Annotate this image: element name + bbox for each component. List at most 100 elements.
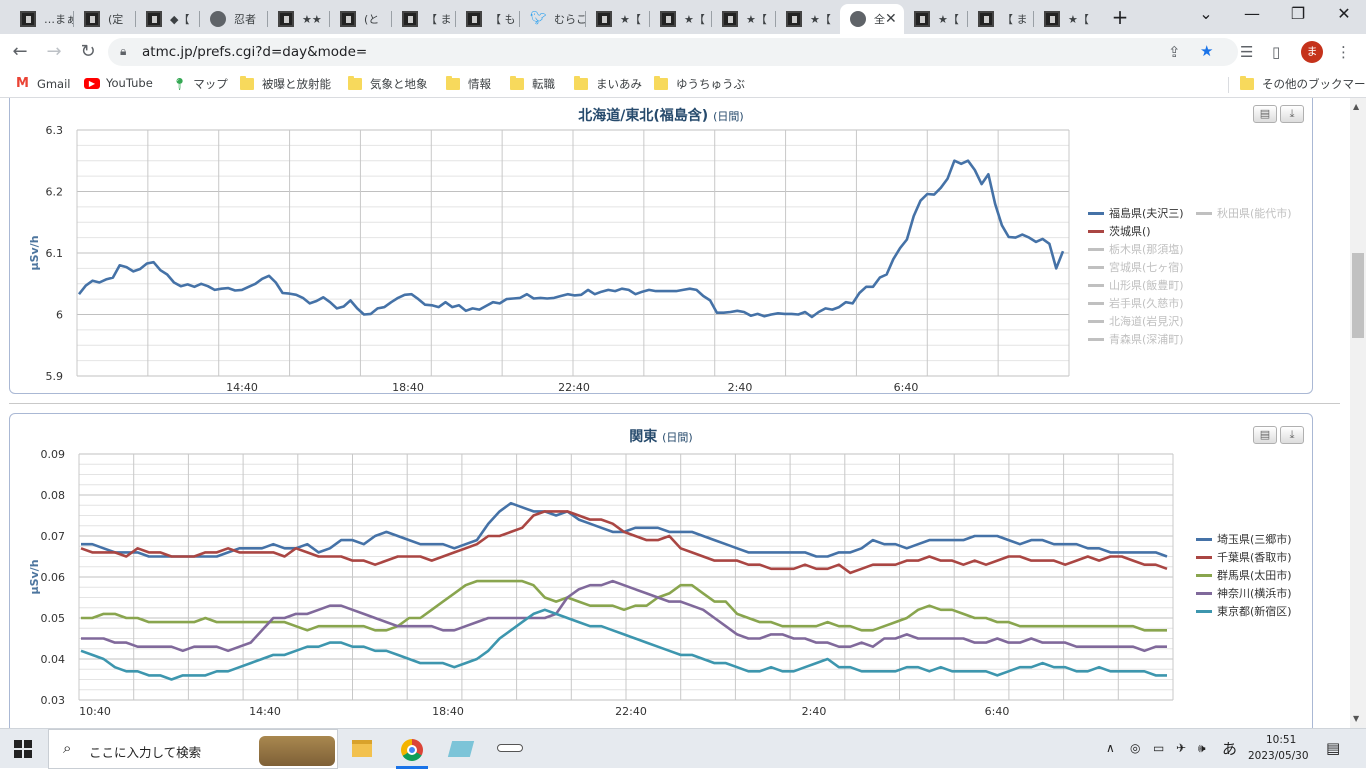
clock-time[interactable]: 10:51	[1266, 734, 1296, 746]
close-window-icon[interactable]: ✕	[1324, 4, 1364, 23]
site-icon	[786, 11, 802, 27]
tab[interactable]: ★【	[776, 4, 840, 34]
tab[interactable]: 【 ま	[392, 4, 456, 34]
bookmark-star-icon[interactable]: ★	[1200, 42, 1213, 60]
legend-item[interactable]: 岩手県(久慈市)	[1088, 294, 1184, 312]
bookmark-label: マップ	[193, 77, 228, 91]
site-icon	[1044, 11, 1060, 27]
restore-icon[interactable]: ❐	[1278, 4, 1318, 23]
tab[interactable]: 【 も	[456, 4, 520, 34]
scroll-up-icon[interactable]: ▲	[1353, 102, 1359, 111]
scroll-thumb[interactable]	[1352, 253, 1364, 338]
notifications-icon[interactable]: ▤	[1326, 739, 1340, 757]
other-bookmarks[interactable]: その他のブックマーク	[1240, 76, 1366, 92]
file-explorer-icon[interactable]	[352, 740, 372, 757]
tab-label: 全	[874, 13, 885, 26]
tab[interactable]: (と	[330, 4, 392, 34]
legend-swatch	[1088, 229, 1104, 233]
tab-search-icon[interactable]: ⌄	[1186, 4, 1226, 23]
tab-separator	[585, 11, 586, 27]
app-icon[interactable]	[497, 744, 523, 752]
x-tick-label: 6:40	[894, 381, 919, 393]
tab-label: 【 ま	[1002, 13, 1028, 26]
chrome-icon[interactable]	[401, 739, 423, 761]
tab[interactable]: ★【	[1034, 4, 1096, 34]
tab[interactable]: ★【	[586, 4, 650, 34]
tab[interactable]: ★【	[904, 4, 968, 34]
forward-icon[interactable]: →	[42, 40, 66, 64]
bookmark-item[interactable]: 情報	[446, 76, 491, 92]
minimize-icon[interactable]: —	[1232, 4, 1272, 23]
bookmark-item[interactable]: ▶ YouTube	[84, 76, 153, 90]
legend-item[interactable]: 茨城県()	[1088, 222, 1184, 240]
legend-label: 岩手県(久慈市)	[1109, 297, 1184, 310]
bookmark-item[interactable]: 気象と地象	[348, 76, 428, 92]
share-icon[interactable]: ⇪	[1168, 43, 1181, 61]
legend-item[interactable]: 神奈川(横浜市)	[1196, 584, 1292, 602]
legend-swatch	[1088, 301, 1104, 305]
bookmark-item[interactable]: M Gmail	[16, 76, 71, 91]
tray-chevron-icon[interactable]: ∧	[1106, 741, 1115, 755]
tab-separator	[73, 11, 74, 27]
profile-avatar[interactable]: ま	[1301, 41, 1323, 63]
tab[interactable]: 🐦︎ むらこ	[520, 4, 586, 34]
legend-item[interactable]: 秋田県(能代市)	[1196, 204, 1292, 222]
site-icon	[466, 11, 482, 27]
legend-item[interactable]: 千葉県(香取市)	[1196, 548, 1292, 566]
bookmark-item[interactable]: 被曝と放射能	[240, 76, 331, 92]
search-placeholder: ここに入力して検索	[89, 745, 202, 760]
tab-separator	[1033, 11, 1034, 27]
taskbar-search[interactable]: ⌕ ここに入力して検索	[48, 729, 338, 769]
legend-item[interactable]: 東京都(新宿区)	[1196, 602, 1292, 620]
back-icon[interactable]: ←	[8, 40, 32, 64]
tab[interactable]: ★★	[268, 4, 330, 34]
bookmark-item[interactable]: 転職	[510, 76, 555, 92]
tab-close-icon[interactable]: ✕	[885, 11, 897, 27]
ime-indicator[interactable]: あ	[1222, 738, 1237, 759]
tray-app-icon[interactable]: ◎	[1130, 741, 1140, 755]
tab[interactable]: …まぁ	[10, 4, 74, 34]
legend-item[interactable]: 群馬県(太田市)	[1196, 566, 1292, 584]
bookmark-item[interactable]: 📍︎ マップ	[172, 76, 228, 92]
legend-item[interactable]: 福島県(夫沢三)	[1088, 204, 1184, 222]
legend-item[interactable]: 北海道(岩見沢)	[1088, 312, 1184, 330]
legend-item[interactable]: 山形県(飯豊町)	[1088, 276, 1184, 294]
series-line	[81, 579, 1167, 632]
legend-item[interactable]: 埼玉県(三郷市)	[1196, 530, 1292, 548]
page-scrollbar[interactable]: ▲ ▼	[1350, 98, 1366, 728]
tab[interactable]: ★【	[650, 4, 712, 34]
side-panel-icon[interactable]: ▯	[1272, 43, 1280, 61]
legend-item[interactable]: 栃木県(那須塩)	[1088, 240, 1184, 258]
tab-separator	[519, 11, 520, 27]
volume-icon[interactable]: 🕪︎	[1198, 741, 1206, 756]
clock-date[interactable]: 2023/05/30	[1248, 750, 1309, 762]
tab-label: ★【	[810, 13, 831, 26]
tab[interactable]: (定	[74, 4, 136, 34]
bookmark-item[interactable]: ゆうちゅうぶ	[654, 76, 745, 92]
tab[interactable]: 忍者	[200, 4, 268, 34]
bookmark-label: 被曝と放射能	[262, 77, 331, 91]
bookmark-label: その他のブックマーク	[1262, 77, 1366, 91]
reading-list-icon[interactable]: ☰	[1240, 43, 1253, 61]
url-text[interactable]: atmc.jp/prefs.cgi?d=day&mode=	[142, 44, 367, 60]
new-tab-button[interactable]: +	[1100, 5, 1140, 29]
scroll-down-icon[interactable]: ▼	[1353, 714, 1359, 723]
bookmark-item[interactable]: まいあみ	[574, 76, 642, 92]
chart-panel-kanto: 関東 (日間) ▤ ⤓ 0.09 0.08 0.07 0.06 0.05 0.04 0.03…	[9, 413, 1313, 728]
reload-icon[interactable]: ↻	[76, 40, 100, 64]
tab[interactable]: 全 ✕	[840, 4, 904, 34]
address-bar[interactable]: 🔒︎ atmc.jp/prefs.cgi?d=day&mode= ⇪ ★	[108, 38, 1238, 66]
legend-item[interactable]: 青森県(深浦町)	[1088, 330, 1184, 348]
tab[interactable]: ★【	[712, 4, 776, 34]
folder-icon	[446, 76, 460, 90]
tab[interactable]: ◆【	[136, 4, 200, 34]
windows-start-icon[interactable]	[14, 740, 32, 758]
menu-icon[interactable]: ⋮	[1336, 43, 1351, 61]
app-icon[interactable]	[447, 741, 475, 757]
legend-label: 神奈川(横浜市)	[1217, 587, 1292, 600]
legend-item[interactable]: 宮城県(七ヶ宿)	[1088, 258, 1184, 276]
battery-icon[interactable]: ▭	[1153, 741, 1164, 755]
series-line	[81, 501, 1168, 558]
network-icon[interactable]: ✈	[1176, 741, 1186, 755]
tab[interactable]: 【 ま	[968, 4, 1034, 34]
